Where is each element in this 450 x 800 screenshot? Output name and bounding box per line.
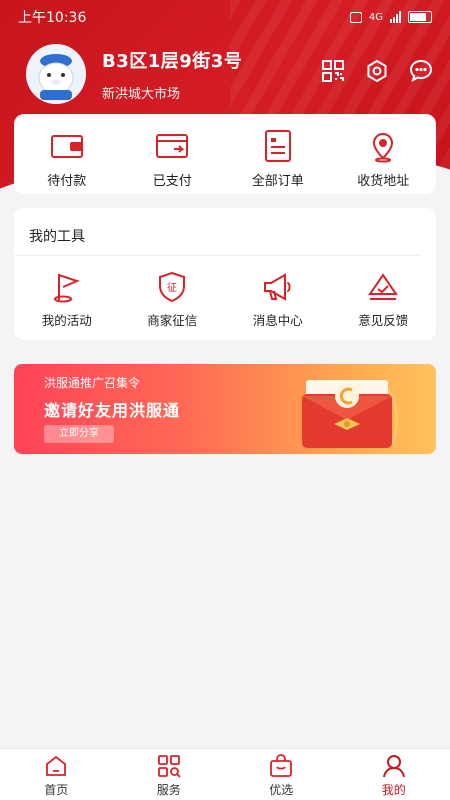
banner-headline: 邀请好友用洪服通 xyxy=(44,401,181,420)
tool-label: 消息中心 xyxy=(252,313,303,328)
tool-merchant-credit[interactable]: 征 商家征信 xyxy=(120,270,226,329)
card-paid-icon xyxy=(156,134,189,158)
stall-address: B3区1层9街3号 xyxy=(102,50,243,72)
tab-selection[interactable]: 优选 xyxy=(225,749,338,800)
section-title: 我的工具 xyxy=(14,208,421,256)
promo-banner[interactable]: 洪服通推广召集令 邀请好友用洪服通 立即分享 xyxy=(14,364,436,454)
order-label: 收货地址 xyxy=(357,174,410,189)
profile-block[interactable]: B3区1层9街3号 新洪城大市场 xyxy=(26,44,242,104)
market-name: 新洪城大市场 xyxy=(102,86,181,102)
tab-label: 我的 xyxy=(381,783,406,797)
svg-text:征: 征 xyxy=(167,282,177,294)
flag-icon xyxy=(53,273,80,303)
home-icon xyxy=(46,755,67,776)
tool-feedback[interactable]: 意见反馈 xyxy=(331,270,437,329)
settings-icon[interactable] xyxy=(364,58,390,84)
signal-icon xyxy=(390,11,401,23)
feedback-icon xyxy=(368,273,399,300)
grid-service-icon xyxy=(157,755,181,778)
tab-label: 优选 xyxy=(269,783,294,797)
wallet-icon xyxy=(50,135,83,158)
shipping-address[interactable]: 收货地址 xyxy=(331,114,437,194)
my-tools-card: 我的工具 我的活动 征 商家征信 消息中心 意见反馈 xyxy=(14,208,436,340)
battery-icon xyxy=(408,11,432,23)
qr-code-icon[interactable] xyxy=(320,58,346,84)
tab-label: 服务 xyxy=(156,783,181,797)
avatar[interactable] xyxy=(26,44,86,104)
order-paid[interactable]: 已支付 xyxy=(120,114,226,194)
bottom-tab-bar: 首页 服务 优选 我的 xyxy=(0,748,450,800)
tool-label: 意见反馈 xyxy=(358,313,409,328)
tool-my-activities[interactable]: 我的活动 xyxy=(14,270,120,329)
location-pin-icon xyxy=(373,133,394,163)
tab-mine[interactable]: 我的 xyxy=(338,749,450,800)
person-icon xyxy=(382,755,405,778)
tab-label: 首页 xyxy=(44,783,69,797)
header-actions xyxy=(320,58,434,84)
red-envelope-icon xyxy=(302,380,399,448)
order-label: 待付款 xyxy=(47,174,87,189)
tool-message-center[interactable]: 消息中心 xyxy=(225,270,331,329)
megaphone-icon xyxy=(263,273,291,301)
tool-label: 我的活动 xyxy=(41,313,92,328)
message-icon[interactable] xyxy=(408,58,434,84)
order-list-icon xyxy=(264,130,291,162)
order-pending-payment[interactable]: 待付款 xyxy=(14,114,120,194)
status-icons: 4G xyxy=(349,11,432,23)
network-label: 4G xyxy=(368,11,383,23)
order-all[interactable]: 全部订单 xyxy=(225,114,331,194)
share-now-button[interactable]: 立即分享 xyxy=(44,425,114,443)
shield-credit-icon: 征 xyxy=(159,271,186,303)
order-label: 已支付 xyxy=(152,174,192,189)
tab-services[interactable]: 服务 xyxy=(113,749,226,800)
status-bar: 上午10:36 4G xyxy=(0,0,450,34)
status-time: 上午10:36 xyxy=(18,10,87,26)
shopping-bag-icon xyxy=(270,754,293,777)
sim-icon xyxy=(349,11,362,23)
banner-title: 洪服通推广召集令 xyxy=(44,376,141,390)
order-label: 全部订单 xyxy=(251,174,304,189)
order-shortcuts: 待付款 已支付 全部订单 收货地址 xyxy=(14,114,436,194)
tab-home[interactable]: 首页 xyxy=(0,749,113,800)
tool-label: 商家征信 xyxy=(147,313,198,328)
